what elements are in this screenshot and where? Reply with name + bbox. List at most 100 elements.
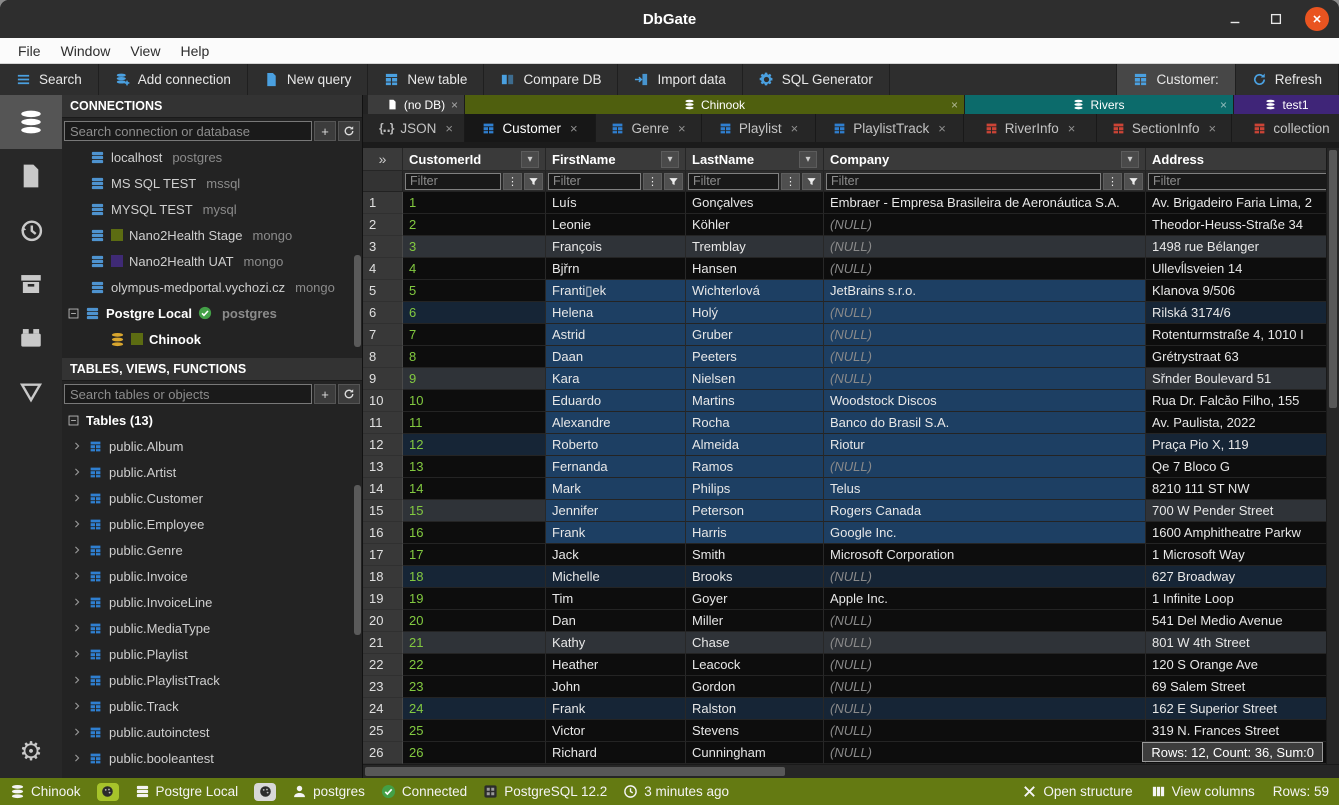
close-icon[interactable]: × (938, 121, 946, 136)
sidebar-file-button[interactable] (0, 149, 62, 203)
connection-item[interactable]: Nano2Health Stagemongo (62, 222, 362, 248)
sidebar-archive-button[interactable] (0, 257, 62, 311)
tables-group-row[interactable]: Tables (13) (62, 407, 362, 433)
row-number[interactable]: 5 (363, 280, 403, 302)
cell-customerid[interactable]: 1 (403, 192, 546, 214)
cell-firstname[interactable]: Kathy (546, 632, 686, 654)
chevron-right-icon[interactable] (72, 675, 82, 685)
cell-customerid[interactable]: 4 (403, 258, 546, 280)
row-number[interactable]: 10 (363, 390, 403, 412)
cell-customerid[interactable]: 12 (403, 434, 546, 456)
cell-lastname[interactable]: Gordon (686, 676, 824, 698)
cell-lastname[interactable]: Goyer (686, 588, 824, 610)
tab-group-chinook[interactable]: Chinook× (465, 95, 965, 114)
row-number[interactable]: 23 (363, 676, 403, 698)
cell-company[interactable]: (NULL) (824, 368, 1146, 390)
connection-item[interactable]: MS SQL TESTmssql (62, 170, 362, 196)
cell-lastname[interactable]: Peeters (686, 346, 824, 368)
cell-firstname[interactable]: Daan (546, 346, 686, 368)
cell-lastname[interactable]: Martins (686, 390, 824, 412)
cell-firstname[interactable]: John (546, 676, 686, 698)
row-number[interactable]: 26 (363, 742, 403, 764)
column-header-address[interactable]: Address (1146, 148, 1339, 171)
cell-customerid[interactable]: 26 (403, 742, 546, 764)
status-action-view-columns[interactable]: View columns (1151, 784, 1255, 799)
cell-company[interactable]: Microsoft Corporation (824, 544, 1146, 566)
cell-firstname[interactable]: Fernanda (546, 456, 686, 478)
vertical-scrollbar[interactable] (1326, 148, 1339, 764)
toolbar-button-add-connection[interactable]: Add connection (99, 64, 248, 95)
row-number[interactable]: 2 (363, 214, 403, 236)
close-icon[interactable]: × (951, 98, 958, 112)
table-item[interactable]: public.InvoiceLine (62, 589, 362, 615)
table-item[interactable]: public.Album (62, 433, 362, 459)
chevron-right-icon[interactable] (72, 753, 82, 763)
cell-company[interactable]: (NULL) (824, 236, 1146, 258)
connections-scrollbar[interactable] (354, 255, 361, 347)
table-item[interactable]: public.PlaylistTrack (62, 667, 362, 693)
database-item[interactable]: Chinook (62, 326, 362, 352)
cell-lastname[interactable]: Ralston (686, 698, 824, 720)
cell-address[interactable]: Qe 7 Bloco G (1146, 456, 1339, 478)
cell-address[interactable]: Rua Dr. Falcăo Filho, 155 (1146, 390, 1339, 412)
grid-corner-button[interactable]: » (363, 148, 403, 171)
cell-firstname[interactable]: Astrid (546, 324, 686, 346)
cell-address[interactable]: 1600 Amphitheatre Parkw (1146, 522, 1339, 544)
cell-lastname[interactable]: Nielsen (686, 368, 824, 390)
cell-lastname[interactable]: Cunningham (686, 742, 824, 764)
column-dropdown-icon[interactable]: ▾ (521, 151, 539, 168)
cell-firstname[interactable]: Helena (546, 302, 686, 324)
collapse-minus-icon[interactable] (68, 308, 79, 319)
filter-funnel-icon[interactable] (1124, 173, 1143, 190)
chevron-right-icon[interactable] (72, 441, 82, 451)
cell-address[interactable]: 162 E Superior Street (1146, 698, 1339, 720)
table-item[interactable]: public.booleantest (62, 745, 362, 771)
cell-firstname[interactable]: Franti▯ek (546, 280, 686, 302)
collapse-minus-icon[interactable] (68, 415, 79, 426)
cell-customerid[interactable]: 19 (403, 588, 546, 610)
cell-lastname[interactable]: Stevens (686, 720, 824, 742)
row-number[interactable]: 24 (363, 698, 403, 720)
row-number[interactable]: 17 (363, 544, 403, 566)
horizontal-scrollbar[interactable] (363, 764, 1339, 778)
chevron-right-icon[interactable] (72, 571, 82, 581)
table-item[interactable]: public.Genre (62, 537, 362, 563)
cell-firstname[interactable]: Leonie (546, 214, 686, 236)
tables-scrollbar[interactable] (354, 485, 361, 635)
cell-company[interactable]: Banco do Brasil S.A. (824, 412, 1146, 434)
cell-company[interactable]: (NULL) (824, 324, 1146, 346)
cell-customerid[interactable]: 9 (403, 368, 546, 390)
row-number[interactable]: 9 (363, 368, 403, 390)
cell-company[interactable]: (NULL) (824, 346, 1146, 368)
cell-lastname[interactable]: Ramos (686, 456, 824, 478)
row-number[interactable]: 7 (363, 324, 403, 346)
toolbar-button-refresh[interactable]: Refresh (1236, 64, 1339, 95)
cell-address[interactable]: 120 S Orange Ave (1146, 654, 1339, 676)
cell-lastname[interactable]: Köhler (686, 214, 824, 236)
column-dropdown-icon[interactable]: ▾ (799, 151, 817, 168)
row-number[interactable]: 16 (363, 522, 403, 544)
sidebar-history-button[interactable] (0, 203, 62, 257)
toolbar-button-import-data[interactable]: Import data (618, 64, 742, 95)
column-header-company[interactable]: Company▾ (824, 148, 1146, 171)
toolbar-button-sql-generator[interactable]: SQL Generator (743, 64, 890, 95)
cell-lastname[interactable]: Leacock (686, 654, 824, 676)
chevron-right-icon[interactable] (72, 545, 82, 555)
cell-address[interactable]: 541 Del Medio Avenue (1146, 610, 1339, 632)
cell-customerid[interactable]: 11 (403, 412, 546, 434)
table-item[interactable]: public.MediaType (62, 615, 362, 641)
tab-genre[interactable]: Genre× (596, 114, 702, 142)
cell-firstname[interactable]: Tim (546, 588, 686, 610)
column-header-lastname[interactable]: LastName▾ (686, 148, 824, 171)
table-item[interactable]: public.Customer (62, 485, 362, 511)
table-item[interactable]: public.Playlist (62, 641, 362, 667)
cell-company[interactable]: Apple Inc. (824, 588, 1146, 610)
cell-customerid[interactable]: 6 (403, 302, 546, 324)
tables-plus-icon[interactable]: + (314, 384, 336, 404)
cell-address[interactable]: 627 Broadway (1146, 566, 1339, 588)
cell-firstname[interactable]: Michelle (546, 566, 686, 588)
cell-lastname[interactable]: Harris (686, 522, 824, 544)
cell-customerid[interactable]: 8 (403, 346, 546, 368)
tab-group-rivers[interactable]: Rivers× (965, 95, 1234, 114)
connection-item[interactable]: Nano2Health UATmongo (62, 248, 362, 274)
